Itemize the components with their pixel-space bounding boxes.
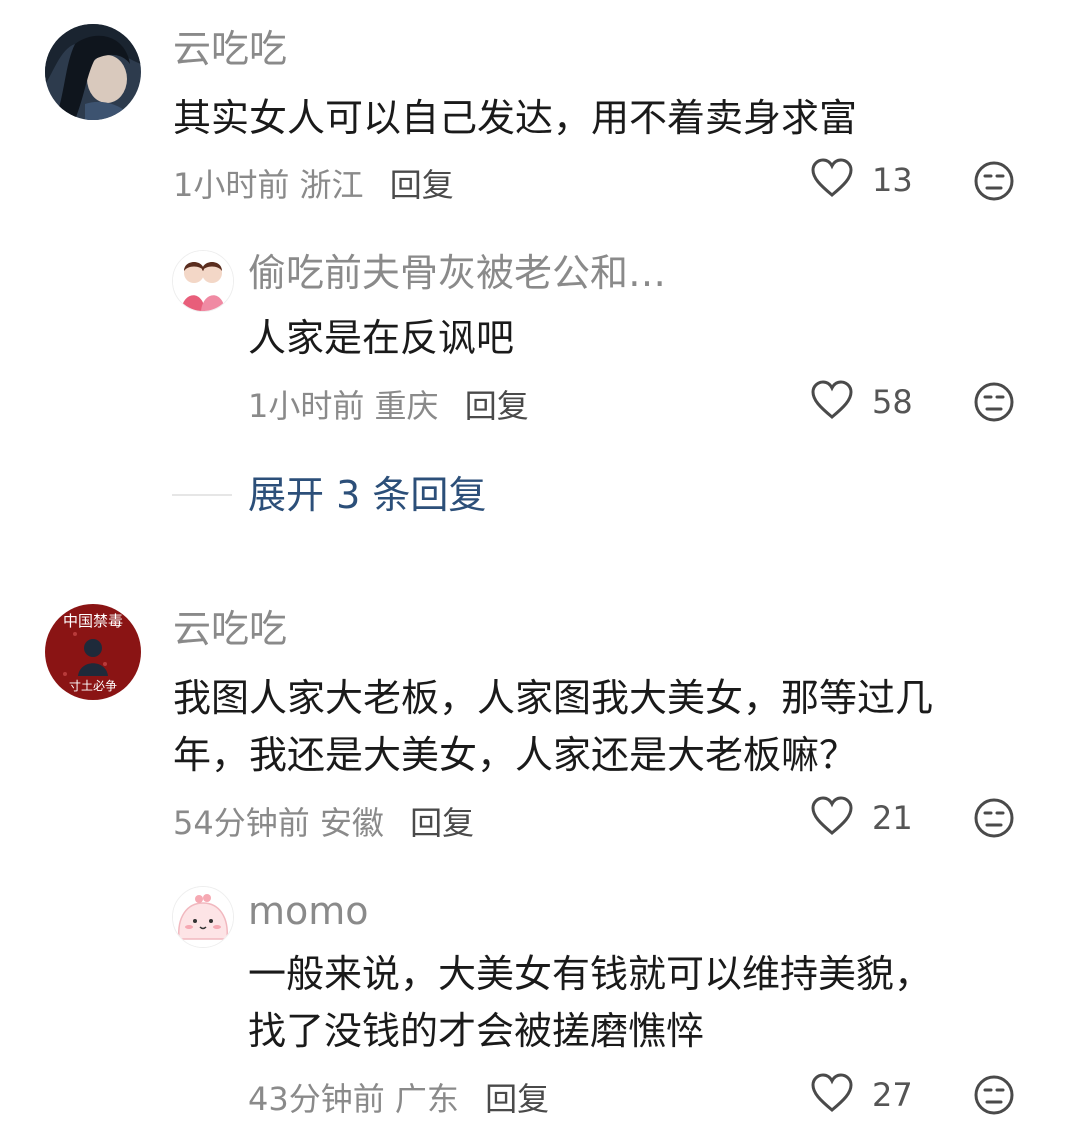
avatar-text-top: 中国禁毒 bbox=[63, 612, 123, 630]
comment-text: 其实女人可以自己发达，用不着卖身求富 bbox=[173, 96, 858, 140]
comment-location: 安徽 bbox=[319, 804, 384, 842]
reply-text-line-1: 一般来说，大美女有钱就可以维持美貌， bbox=[248, 952, 933, 996]
neutral-face-icon[interactable] bbox=[973, 1074, 1015, 1120]
reply-username[interactable]: momo bbox=[248, 886, 369, 936]
like-button[interactable]: 13 bbox=[810, 158, 913, 202]
avatar-text-bottom: 寸土必争 bbox=[69, 679, 117, 693]
avatar[interactable]: 中国禁毒 寸土必争 bbox=[45, 604, 141, 700]
reply-meta: 43分钟前 广东 回复 bbox=[248, 1074, 549, 1120]
reply-button[interactable]: 回复 bbox=[485, 1080, 549, 1118]
reply-text: 人家是在反讽吧 bbox=[248, 316, 515, 360]
like-count: 21 bbox=[872, 799, 913, 837]
comment-time: 1小时前 bbox=[173, 166, 290, 204]
avatar[interactable] bbox=[172, 886, 234, 948]
reply-location: 重庆 bbox=[374, 387, 439, 425]
heart-outline-icon bbox=[810, 796, 854, 840]
comment-meta: 54分钟前 安徽 回复 bbox=[173, 798, 474, 844]
reply-username[interactable]: 偷吃前夫骨灰被老公和… bbox=[248, 248, 666, 298]
reply-button[interactable]: 回复 bbox=[465, 387, 529, 425]
like-button[interactable]: 21 bbox=[810, 796, 913, 840]
comment-text-line-1: 我图人家大老板，人家图我大美女，那等过几 bbox=[173, 676, 934, 720]
comment-username[interactable]: 云吃吃 bbox=[173, 24, 287, 74]
comment-username[interactable]: 云吃吃 bbox=[173, 604, 287, 654]
like-button[interactable]: 27 bbox=[810, 1073, 913, 1117]
neutral-face-icon[interactable] bbox=[973, 381, 1015, 427]
avatar[interactable] bbox=[172, 250, 234, 312]
expand-replies-button[interactable]: 展开 3 条回复 bbox=[248, 470, 486, 520]
avatar[interactable] bbox=[45, 24, 141, 120]
neutral-face-icon[interactable] bbox=[973, 160, 1015, 206]
like-count: 27 bbox=[872, 1076, 913, 1114]
reply-time: 1小时前 bbox=[248, 387, 365, 425]
comment-text-line-2: 年，我还是大美女，人家还是大老板嘛？ bbox=[173, 733, 858, 777]
reply-time: 43分钟前 bbox=[248, 1080, 385, 1118]
reply-button[interactable]: 回复 bbox=[410, 804, 474, 842]
comment-time: 54分钟前 bbox=[173, 804, 310, 842]
expand-divider bbox=[172, 494, 232, 496]
comment-meta: 1小时前 浙江 回复 bbox=[173, 160, 454, 206]
heart-outline-icon bbox=[810, 1073, 854, 1117]
like-count: 58 bbox=[872, 383, 913, 421]
comment-location: 浙江 bbox=[299, 166, 364, 204]
like-count: 13 bbox=[872, 161, 913, 199]
reply-text-line-2: 找了没钱的才会被搓磨憔悴 bbox=[248, 1009, 705, 1053]
heart-outline-icon bbox=[810, 380, 854, 424]
reply-meta: 1小时前 重庆 回复 bbox=[248, 381, 529, 427]
heart-outline-icon bbox=[810, 158, 854, 202]
neutral-face-icon[interactable] bbox=[973, 797, 1015, 843]
reply-location: 广东 bbox=[394, 1080, 459, 1118]
like-button[interactable]: 58 bbox=[810, 380, 913, 424]
reply-button[interactable]: 回复 bbox=[390, 166, 454, 204]
